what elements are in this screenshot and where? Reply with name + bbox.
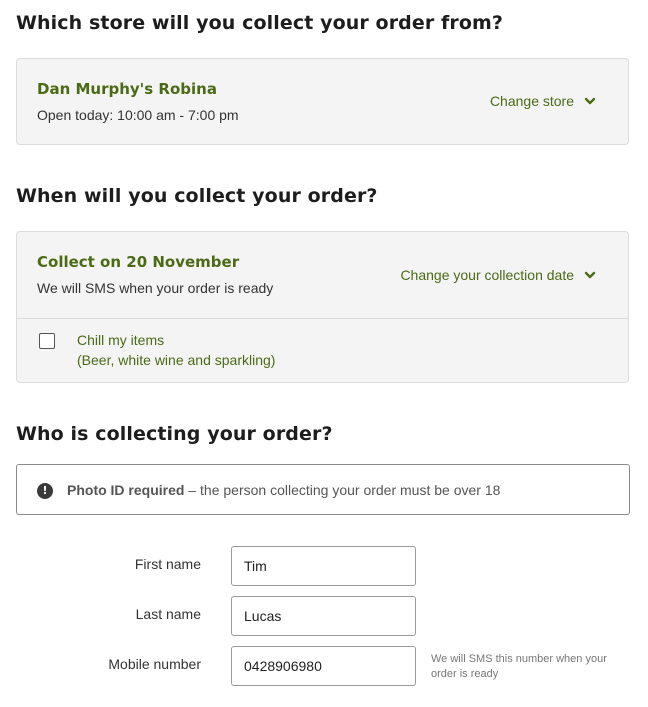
- collection-date-card: Collect on 20 November We will SMS when …: [16, 231, 629, 383]
- change-date-label: Change your collection date: [400, 267, 574, 283]
- change-collection-date-button[interactable]: Change your collection date: [400, 267, 596, 283]
- sms-note: We will SMS when your order is ready: [37, 280, 274, 296]
- store-card: Dan Murphy's Robina Open today: 10:00 am…: [16, 58, 629, 145]
- chill-items-title: Chill my items: [77, 332, 165, 348]
- change-store-button[interactable]: Change store: [490, 93, 596, 109]
- photo-id-notice: ! Photo ID required – the person collect…: [16, 464, 630, 515]
- chill-items-subtitle: (Beer, white wine and sparkling): [77, 352, 276, 368]
- first-name-label: First name: [134, 556, 201, 572]
- store-hours: Open today: 10:00 am - 7:00 pm: [37, 107, 239, 123]
- last-name-label: Last name: [135, 606, 201, 622]
- notice-detail: – the person collecting your order must …: [184, 482, 501, 498]
- mobile-helper-text: We will SMS this number when your order …: [431, 653, 607, 680]
- chevron-down-icon: [584, 97, 596, 105]
- store-section-heading: Which store will you collect your order …: [16, 12, 504, 34]
- chill-items-label[interactable]: Chill my items (Beer, white wine and spa…: [77, 330, 275, 370]
- card-divider: [17, 318, 628, 319]
- collector-section-heading: Who is collecting your order?: [16, 423, 333, 445]
- mobile-number-field[interactable]: [231, 646, 416, 686]
- chill-items-checkbox[interactable]: [39, 333, 55, 349]
- first-name-field[interactable]: [231, 546, 416, 586]
- collect-date-label: Collect on 20 November: [37, 253, 240, 271]
- last-name-field[interactable]: [231, 596, 416, 636]
- date-section-heading: When will you collect your order?: [16, 185, 378, 207]
- click-and-collect-page: Which store will you collect your order …: [0, 0, 648, 707]
- notice-text: Photo ID required – the person collectin…: [67, 482, 500, 498]
- mobile-number-label: Mobile number: [108, 656, 201, 672]
- change-store-label: Change store: [489, 93, 574, 109]
- exclamation-icon: !: [37, 483, 53, 499]
- store-name: Dan Murphy's Robina: [37, 80, 217, 98]
- notice-bold: Photo ID required: [67, 482, 185, 498]
- chevron-down-icon: [584, 271, 596, 279]
